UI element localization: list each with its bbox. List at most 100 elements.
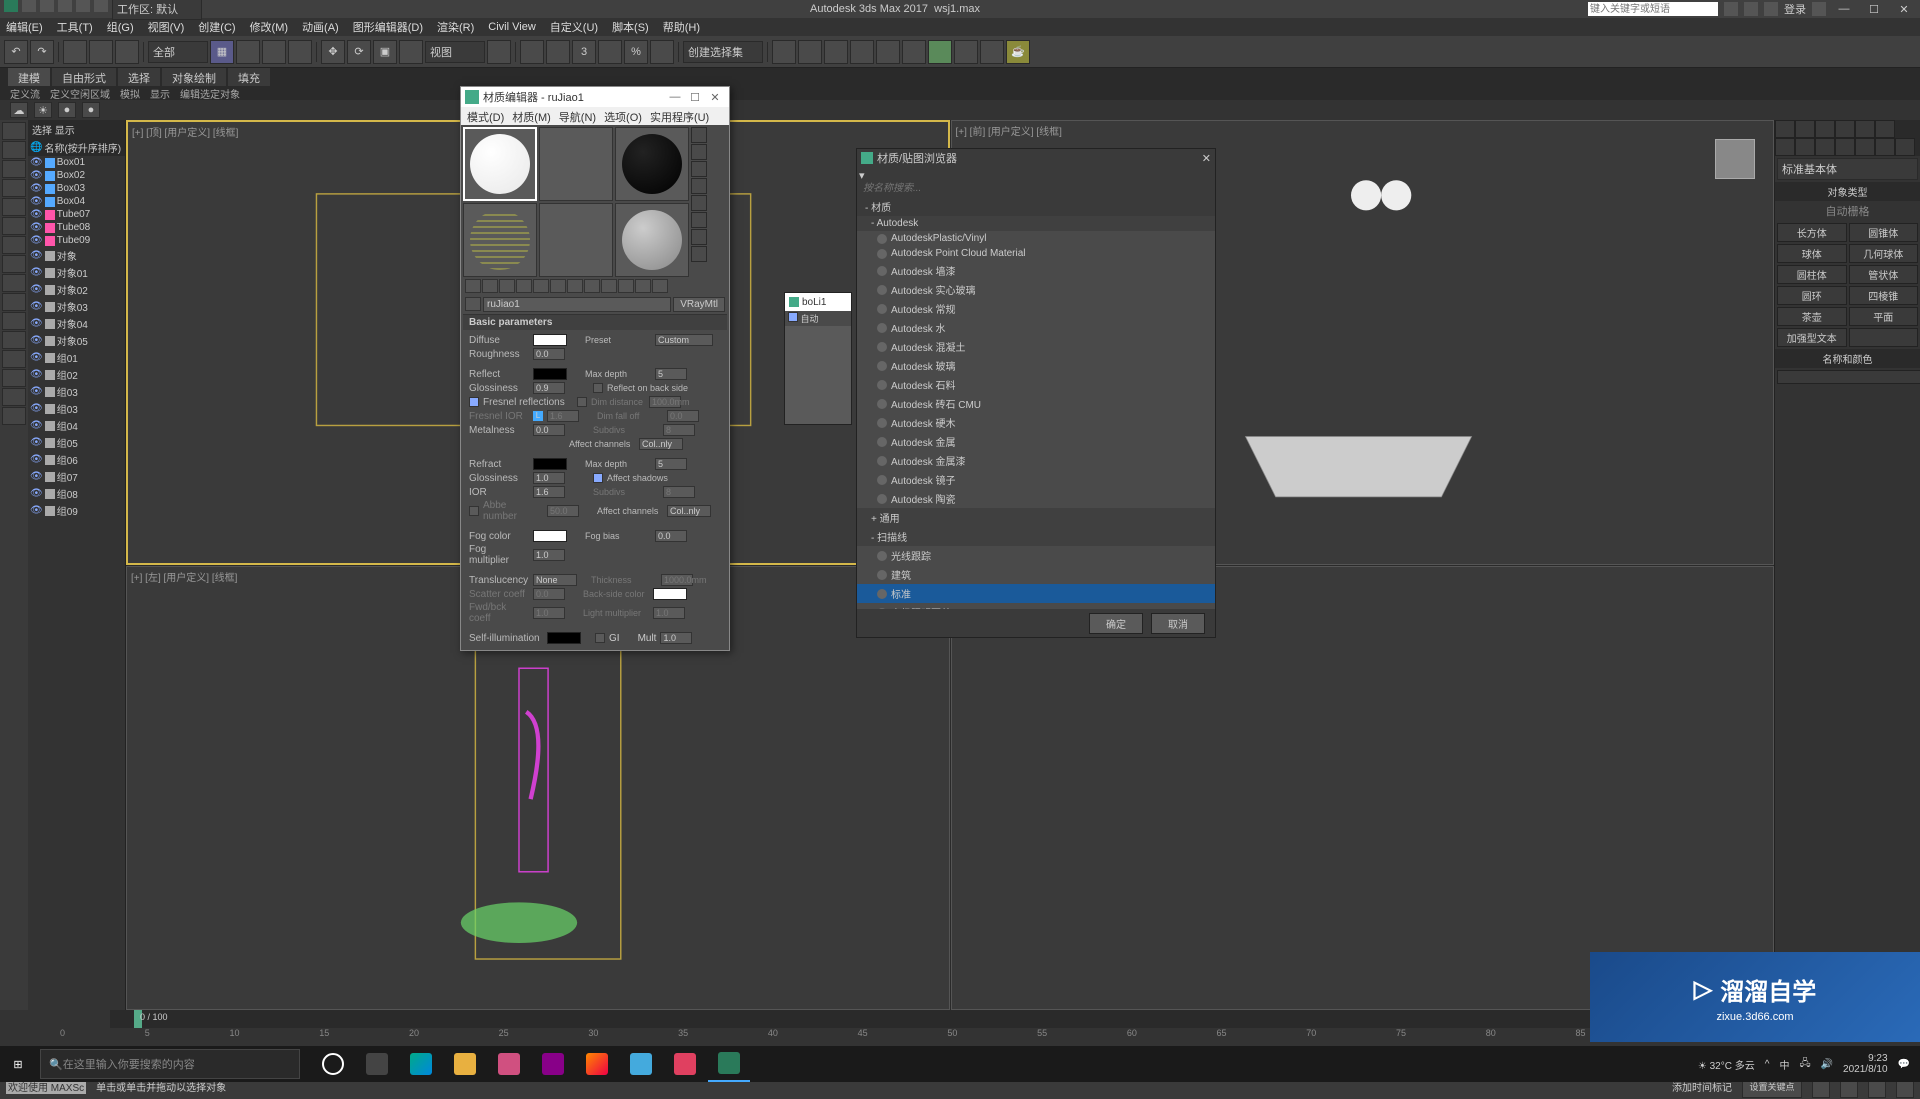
me-tb-2[interactable] — [482, 279, 498, 293]
refr-maxdepth-spinner[interactable]: 5 — [655, 458, 687, 470]
fresnel-check[interactable] — [469, 397, 479, 407]
mb-item[interactable]: Autodesk 石料 — [857, 375, 1215, 394]
boli-auto-check[interactable] — [788, 312, 798, 322]
outliner-item[interactable]: 👁对象04 — [28, 315, 125, 332]
btn-tube[interactable]: 管状体 — [1849, 265, 1919, 284]
me-close[interactable]: ✕ — [705, 91, 725, 104]
outliner-item[interactable]: 👁Box02 — [28, 169, 125, 182]
scale-button[interactable]: ▣ — [373, 40, 397, 64]
menu-render[interactable]: 渲染(R) — [437, 19, 474, 35]
mb-ok-button[interactable]: 确定 — [1089, 613, 1143, 634]
tab-selection[interactable]: 选择 — [118, 68, 160, 86]
fresnelior-spinner[interactable]: 1.6 — [547, 410, 579, 422]
abbe-check[interactable] — [469, 506, 479, 516]
lt-11[interactable] — [2, 312, 26, 330]
menu-help[interactable]: 帮助(H) — [663, 19, 700, 35]
redo-icon[interactable] — [94, 0, 108, 12]
taskbar-search[interactable]: 🔍 在这里输入你要搜索的内容 — [40, 1049, 300, 1079]
menu-script[interactable]: 脚本(S) — [612, 19, 649, 35]
select-name-button[interactable] — [236, 40, 260, 64]
visibility-icon[interactable]: 👁 — [30, 471, 43, 482]
tab-populate[interactable]: 填充 — [228, 68, 270, 86]
slot-2[interactable] — [539, 127, 613, 201]
pick-icon[interactable] — [465, 297, 481, 311]
sub-edit-sel[interactable]: 编辑选定对象 — [180, 86, 240, 100]
me-menu-util[interactable]: 实用程序(U) — [650, 109, 709, 123]
mb-item[interactable]: Autodesk 玻璃 — [857, 356, 1215, 375]
lt-9[interactable] — [2, 274, 26, 292]
auto-grid-check[interactable]: 自动栅格 — [1775, 201, 1920, 221]
lt-8[interactable] — [2, 255, 26, 273]
mb-item[interactable]: Autodesk 实心玻璃 — [857, 280, 1215, 299]
tab-create[interactable] — [1775, 120, 1795, 138]
btn-teapot[interactable]: 茶壶 — [1777, 307, 1847, 326]
undo-button[interactable]: ↶ — [4, 40, 28, 64]
bind-button[interactable] — [115, 40, 139, 64]
lt-14[interactable] — [2, 369, 26, 387]
sort-header[interactable]: 🌐 名称(按升序排序) — [28, 139, 125, 156]
dimdist-check[interactable] — [577, 397, 587, 407]
mb-item[interactable]: 建筑 — [857, 565, 1215, 584]
star-icon[interactable] — [1744, 2, 1758, 16]
slot-6[interactable] — [615, 203, 689, 277]
btn-torus[interactable]: 圆环 — [1777, 286, 1847, 305]
basic-params-header[interactable]: Basic parameters — [463, 315, 727, 330]
backside-color-swatch[interactable] — [653, 588, 687, 600]
outliner-item[interactable]: 👁Box04 — [28, 195, 125, 208]
outliner-item[interactable]: 👁对象 — [28, 247, 125, 264]
lt-7[interactable] — [2, 236, 26, 254]
mb-search-input[interactable] — [859, 182, 1213, 195]
outliner-item[interactable]: 👁对象05 — [28, 332, 125, 349]
outliner-item[interactable]: 👁Tube07 — [28, 208, 125, 221]
cat-materials[interactable]: - 材质 — [857, 197, 1215, 216]
mb-item[interactable]: Autodesk 陶瓷 — [857, 489, 1215, 508]
gi-check[interactable] — [595, 633, 605, 643]
redo-button[interactable]: ↷ — [30, 40, 54, 64]
sub-lights[interactable] — [1815, 138, 1835, 156]
selection-filter[interactable]: 全部 — [148, 41, 208, 63]
me-sb-3[interactable] — [691, 161, 707, 177]
material-name-input[interactable] — [483, 297, 671, 312]
placement-button[interactable] — [399, 40, 423, 64]
thickness-spinner[interactable]: 1000.0mm — [661, 574, 693, 586]
menu-customize[interactable]: 自定义(U) — [550, 19, 598, 35]
slot-1[interactable] — [463, 127, 537, 201]
visibility-icon[interactable]: 👁 — [30, 170, 43, 181]
select-button[interactable]: ▦ — [210, 40, 234, 64]
outliner-item[interactable]: 👁组02 — [28, 366, 125, 383]
new-icon[interactable] — [22, 0, 36, 12]
open-icon[interactable] — [40, 0, 54, 12]
fogbias-spinner[interactable]: 0.0 — [655, 530, 687, 542]
rect-region-button[interactable] — [262, 40, 286, 64]
outliner-item[interactable]: 👁组08 — [28, 485, 125, 502]
me-tb-4[interactable] — [516, 279, 532, 293]
mb-item[interactable]: 光线跟踪 — [857, 546, 1215, 565]
visibility-icon[interactable]: 👁 — [30, 318, 43, 329]
me-menu-options[interactable]: 选项(O) — [604, 109, 642, 123]
menu-tools[interactable]: 工具(T) — [57, 19, 93, 35]
slot-3[interactable] — [615, 127, 689, 201]
outliner-item[interactable]: 👁组09 — [28, 502, 125, 519]
translucency-dropdown[interactable]: None — [533, 574, 577, 586]
sub-idle-area[interactable]: 定义空闲区域 — [50, 86, 110, 100]
me-tb-1[interactable] — [465, 279, 481, 293]
tray-vol-icon[interactable]: 🔊 — [1821, 1059, 1833, 1070]
me-tb-9[interactable] — [601, 279, 617, 293]
me-titlebar[interactable]: 材质编辑器 - ruJiao1 — ☐ ✕ — [461, 87, 729, 107]
me-tb-3[interactable] — [499, 279, 515, 293]
outliner-item[interactable]: 👁组04 — [28, 417, 125, 434]
mb-item[interactable]: Autodesk 金属 — [857, 432, 1215, 451]
mb-titlebar[interactable]: 材质/贴图浏览器 ✕ — [857, 149, 1215, 167]
align-button[interactable] — [798, 40, 822, 64]
slot-4[interactable] — [463, 203, 537, 277]
tab-utilities[interactable] — [1875, 120, 1895, 138]
light-icon[interactable]: ● — [58, 102, 76, 118]
maxdepth-spinner[interactable]: 5 — [655, 368, 687, 380]
me-tb-8[interactable] — [584, 279, 600, 293]
dimfalloff-spinner[interactable]: 0.0 — [667, 410, 699, 422]
refr-gloss-spinner[interactable]: 1.0 — [533, 472, 565, 484]
sub-cameras[interactable] — [1835, 138, 1855, 156]
tray-ime-icon[interactable]: 中 — [1779, 1057, 1789, 1072]
glossiness-spinner[interactable]: 0.9 — [533, 382, 565, 394]
sun-icon[interactable]: ☀ — [34, 102, 52, 118]
